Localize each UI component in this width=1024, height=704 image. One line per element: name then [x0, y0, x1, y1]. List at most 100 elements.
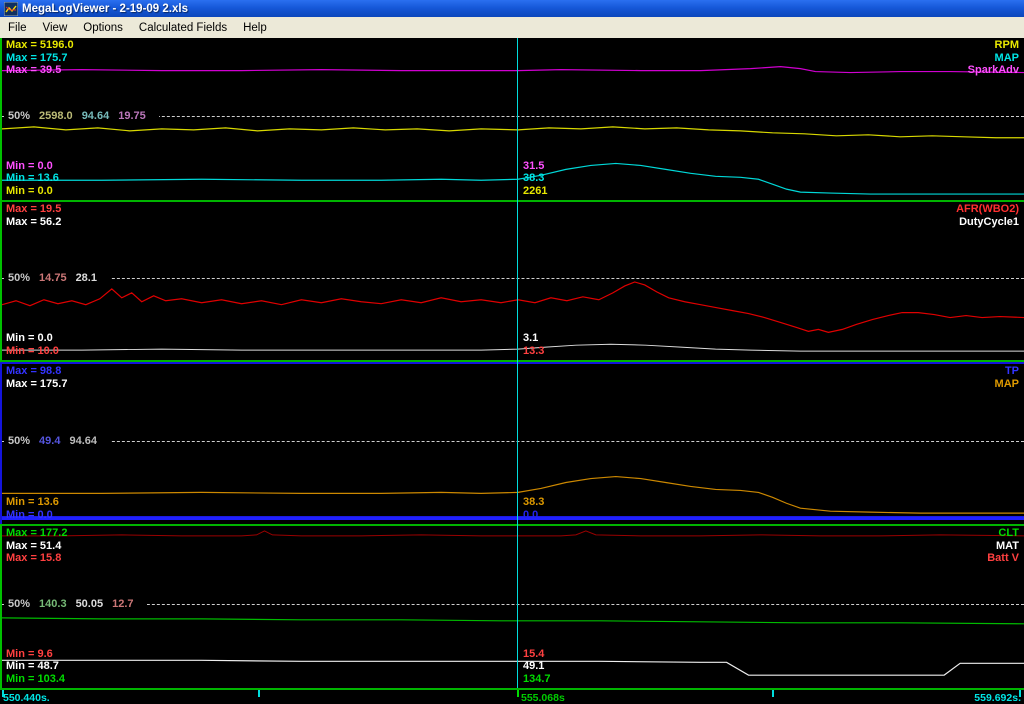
cursor-value: 31.5	[523, 159, 545, 172]
cursor-value: 2261	[523, 184, 548, 197]
min-labels: Min = 13.6 Min = 0.0	[6, 496, 59, 521]
series-label: TP	[1004, 365, 1019, 377]
fifty-percent-value: 14.75	[39, 272, 67, 284]
fifty-percent-labels: 50% 14.75 28.1	[4, 272, 110, 284]
trace-map	[2, 475, 1024, 514]
fifty-percent-value: 94.64	[81, 110, 110, 122]
cursor-value: 15.4	[523, 647, 545, 660]
fifty-percent-value: 28.1	[75, 272, 97, 284]
menu-view[interactable]: View	[35, 19, 76, 37]
menu-file[interactable]: File	[0, 19, 35, 37]
menu-bar: File View Options Calculated Fields Help	[0, 17, 1024, 38]
cursor-value: 13.3	[523, 344, 545, 357]
min-label: Min = 0.0	[6, 332, 53, 344]
series-labels: AFR(WBO2) DutyCycle1	[956, 203, 1019, 228]
series-label: SparkAdv	[967, 64, 1019, 76]
fifty-percent-value: 94.64	[69, 435, 97, 447]
panel-tp-map[interactable]: 50% 49.4 94.64 Max = 98.8 Max = 175.7 TP MAP Mi…	[0, 362, 1024, 524]
fifty-percent-gridline: 50% 14.75 28.1	[2, 272, 1024, 284]
series-label: RPM	[994, 39, 1019, 51]
timeline-start-time: 550.440s.	[3, 692, 50, 704]
series-label: Batt V	[987, 552, 1019, 564]
fifty-percent-text: 50%	[8, 110, 31, 122]
trace-afr-wbo2	[2, 281, 1024, 333]
trace-mat	[2, 659, 1024, 676]
cursor-values: 38.3 0.0	[523, 496, 544, 521]
timeline-tick	[258, 690, 260, 697]
max-labels: Max = 98.8 Max = 175.7	[6, 365, 67, 390]
timeline-tick	[772, 690, 774, 697]
menu-options[interactable]: Options	[75, 19, 131, 37]
fifty-percent-value: 49.4	[39, 435, 61, 447]
min-label: Min = 10.0	[6, 344, 59, 357]
min-label: Min = 13.6	[6, 172, 59, 184]
max-label: Max = 39.5	[6, 64, 62, 76]
chart-area: 50% 2598.0 94.64 19.75 Max = 5196.0 Max = 175…	[0, 38, 1024, 688]
cursor-value: 38.3	[523, 172, 545, 184]
min-labels: Min = 0.0 Min = 10.0	[6, 332, 59, 357]
cursor-value: 3.1	[523, 332, 539, 344]
min-labels: Min = 9.6 Min = 48.7 Min = 103.4	[6, 648, 65, 686]
panel-afr-dutycycle[interactable]: 50% 14.75 28.1 Max = 19.5 Max = 56.2 AFR(WBO2…	[0, 202, 1024, 362]
time-cursor-line[interactable]	[517, 38, 518, 688]
fifty-percent-labels: 50% 2598.0 94.64 19.75	[4, 110, 159, 122]
timeline-tick	[2, 690, 4, 697]
fifty-percent-value: 50.05	[75, 598, 104, 610]
max-label: Max = 19.5	[6, 203, 62, 215]
fifty-percent-labels: 50% 49.4 94.64	[4, 435, 110, 447]
min-label: Min = 0.0	[6, 508, 53, 521]
timeline-tick	[1019, 690, 1021, 697]
fifty-percent-text: 50%	[8, 435, 31, 447]
timeline-end-time: 559.692s.	[974, 692, 1021, 704]
fifty-percent-gridline: 50% 140.3 50.05 12.7	[2, 598, 1024, 610]
series-label: CLT	[998, 527, 1019, 539]
title-bar[interactable]: MegaLogViewer - 2-19-09 2.xls	[0, 0, 1024, 17]
cursor-values: 3.1 13.3	[523, 332, 544, 357]
fifty-percent-value: 140.3	[39, 598, 67, 610]
trace-dutycycle1	[2, 343, 1024, 352]
max-label: Max = 56.2	[6, 215, 62, 228]
trace-clt	[2, 617, 1024, 625]
window-title: MegaLogViewer - 2-19-09 2.xls	[22, 2, 188, 15]
menu-help[interactable]: Help	[235, 19, 275, 37]
min-label: Min = 0.0	[6, 184, 53, 197]
fifty-percent-text: 50%	[8, 272, 31, 284]
min-label: Min = 48.7	[6, 660, 59, 672]
timeline-cursor-time: 555.068s	[521, 692, 565, 704]
gridline-dash	[2, 441, 1024, 442]
min-label: Min = 103.4	[6, 672, 66, 685]
fifty-percent-text: 50%	[8, 598, 31, 610]
trace-rpm	[2, 126, 1024, 139]
max-label: Max = 15.8	[6, 552, 62, 564]
series-label: DutyCycle1	[959, 215, 1019, 228]
menu-calculated-fields[interactable]: Calculated Fields	[131, 19, 235, 37]
timeline-tick	[517, 690, 519, 697]
series-label: MAP	[994, 51, 1019, 64]
max-label: Max = 177.2	[6, 527, 68, 539]
max-label: Max = 98.8	[6, 365, 62, 377]
cursor-values: 31.5 38.3 2261	[523, 160, 547, 198]
min-labels: Min = 0.0 Min = 13.6 Min = 0.0	[6, 160, 59, 198]
max-labels: Max = 19.5 Max = 56.2	[6, 203, 61, 228]
series-labels: CLT MAT Batt V	[987, 527, 1019, 565]
fifty-percent-value: 19.75	[118, 110, 146, 122]
cursor-value: 38.3	[523, 496, 545, 508]
megalogviewer-window: MegaLogViewer - 2-19-09 2.xls File View …	[0, 0, 1024, 704]
panel-clt-mat-battv[interactable]: 50% 140.3 50.05 12.7 Max = 177.2 Max = 51.4 Ma…	[0, 524, 1024, 688]
panel-rpm-map-sparkadv[interactable]: 50% 2598.0 94.64 19.75 Max = 5196.0 Max = 175…	[0, 38, 1024, 202]
fifty-percent-value: 12.7	[112, 598, 134, 610]
trace-batt-v	[2, 530, 1024, 537]
fifty-percent-gridline: 50% 49.4 94.64	[2, 435, 1024, 447]
trace-sparkadv	[2, 66, 1024, 74]
trace-map	[2, 162, 1024, 195]
min-label: Min = 0.0	[6, 159, 53, 172]
timeline-bar[interactable]: 550.440s. 555.068s 559.692s.	[0, 688, 1024, 704]
max-labels: Max = 5196.0 Max = 175.7 Max = 39.5	[6, 39, 74, 77]
series-label: AFR(WBO2)	[956, 203, 1019, 215]
gridline-dash	[2, 278, 1024, 279]
cursor-value: 49.1	[523, 660, 545, 672]
max-labels: Max = 177.2 Max = 51.4 Max = 15.8	[6, 527, 67, 565]
series-labels: RPM MAP SparkAdv	[968, 39, 1019, 77]
min-label: Min = 9.6	[6, 647, 53, 660]
fifty-percent-value: 2598.0	[39, 110, 73, 122]
